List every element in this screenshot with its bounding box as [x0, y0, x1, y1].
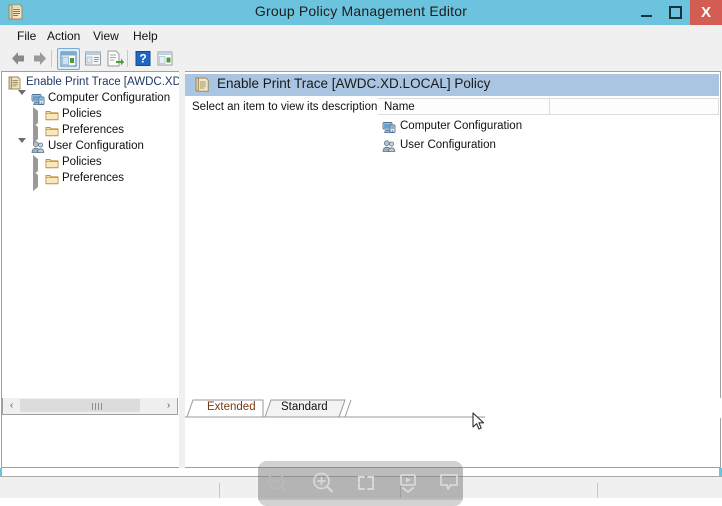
forward-arrow-icon[interactable]	[30, 49, 50, 68]
tree-item-computer-configuration[interactable]: Computer Configuration	[2, 90, 180, 107]
window-controls: X	[632, 0, 722, 25]
tree-item-computer-policies[interactable]: Policies	[2, 107, 180, 127]
tree-item-label: Computer Configuration	[48, 92, 171, 104]
menu-item-action[interactable]: Action	[42, 28, 85, 44]
scroll-left-arrow-icon[interactable]: ‹	[3, 398, 20, 413]
column-header-spacer[interactable]	[550, 98, 719, 115]
status-divider	[219, 483, 220, 499]
tree-item-user-policies[interactable]: Policies	[2, 155, 180, 175]
menu-item-file[interactable]: File	[12, 28, 41, 44]
scrollbar-thumb[interactable]	[20, 399, 140, 412]
expander-collapsed-icon[interactable]	[33, 123, 42, 143]
tree-item-label: User Configuration	[48, 140, 144, 152]
menu-item-view[interactable]: View	[88, 28, 124, 44]
user-configuration-icon	[31, 140, 45, 154]
tab-standard[interactable]: Standard	[273, 399, 334, 416]
details-description: Select an item to view its description.	[192, 101, 381, 113]
tree-item-label: Policies	[62, 108, 102, 120]
floating-overlay-toolbar	[258, 461, 463, 506]
computer-configuration-icon	[31, 92, 45, 106]
policy-document-icon	[195, 77, 210, 93]
minimize-button[interactable]	[632, 0, 661, 25]
arrow-cursor	[472, 412, 486, 432]
expander-collapsed-icon[interactable]	[33, 107, 42, 127]
expander-expanded-icon[interactable]	[18, 90, 27, 107]
toolbar: ?	[0, 46, 722, 72]
user-configuration-icon	[382, 139, 396, 153]
tree-item-label: Preferences	[62, 172, 125, 184]
application-window: Group Policy Management Editor X File Ac…	[0, 0, 722, 506]
zoom-out-icon[interactable]	[262, 469, 292, 497]
column-header-label: Name	[384, 101, 415, 113]
folder-icon	[45, 156, 59, 170]
expander-collapsed-icon[interactable]	[33, 171, 42, 191]
zoom-in-icon[interactable]	[308, 469, 338, 497]
help-icon[interactable]: ?	[133, 49, 153, 68]
tree-item-label: Policies	[62, 156, 102, 168]
tree-item-label: Preferences	[62, 124, 125, 136]
folder-icon	[45, 172, 59, 186]
properties-icon[interactable]	[83, 49, 103, 68]
tree-item-root[interactable]: Enable Print Trace [AWDC.XD.L	[2, 75, 190, 91]
export-list-icon[interactable]	[105, 49, 125, 68]
maximize-button[interactable]	[661, 0, 690, 25]
console-tree: Enable Print Trace [AWDC.XD.L Computer C…	[2, 75, 190, 191]
list-item-label: Computer Configuration	[400, 120, 523, 132]
window-title: Group Policy Management Editor	[254, 3, 468, 19]
menu-item-help[interactable]: Help	[128, 28, 163, 44]
back-arrow-icon[interactable]	[8, 49, 28, 68]
title-bar: Group Policy Management Editor X	[0, 0, 722, 25]
menu-bar: File Action View Help	[0, 25, 722, 47]
show-hide-action-pane-icon[interactable]	[155, 49, 175, 68]
console-tree-horizontal-scrollbar[interactable]: ‹ ›	[2, 398, 178, 415]
details-header: Enable Print Trace [AWDC.XD.LOCAL] Polic…	[185, 72, 719, 96]
show-hide-console-tree-icon[interactable]	[57, 48, 80, 70]
fit-to-screen-icon[interactable]	[351, 469, 381, 497]
policy-document-icon	[8, 76, 22, 90]
expander-collapsed-icon[interactable]	[33, 155, 42, 175]
list-item-label: User Configuration	[400, 139, 496, 151]
svg-text:?: ?	[139, 52, 146, 66]
tree-item-user-preferences[interactable]: Preferences	[2, 171, 180, 191]
tab-extended[interactable]: Extended	[199, 399, 262, 416]
status-divider	[597, 483, 598, 499]
toolbar-separator	[127, 50, 128, 67]
tree-item-user-configuration[interactable]: User Configuration	[2, 138, 180, 155]
folder-icon	[45, 108, 59, 122]
present-icon[interactable]	[393, 469, 423, 497]
scroll-right-arrow-icon[interactable]: ›	[160, 398, 177, 413]
expander-expanded-icon[interactable]	[18, 138, 27, 155]
view-tabs: Extended Standard	[185, 398, 721, 418]
details-header-title: Enable Print Trace [AWDC.XD.LOCAL] Polic…	[217, 76, 491, 91]
close-button[interactable]: X	[690, 0, 722, 25]
column-header-name[interactable]: Name	[378, 98, 550, 115]
computer-configuration-icon	[382, 120, 396, 134]
tree-item-label: Enable Print Trace [AWDC.XD.L	[26, 76, 191, 88]
comment-icon[interactable]	[434, 469, 464, 497]
tree-item-computer-preferences[interactable]: Preferences	[2, 123, 180, 143]
folder-icon	[45, 124, 59, 138]
toolbar-separator	[51, 50, 52, 67]
